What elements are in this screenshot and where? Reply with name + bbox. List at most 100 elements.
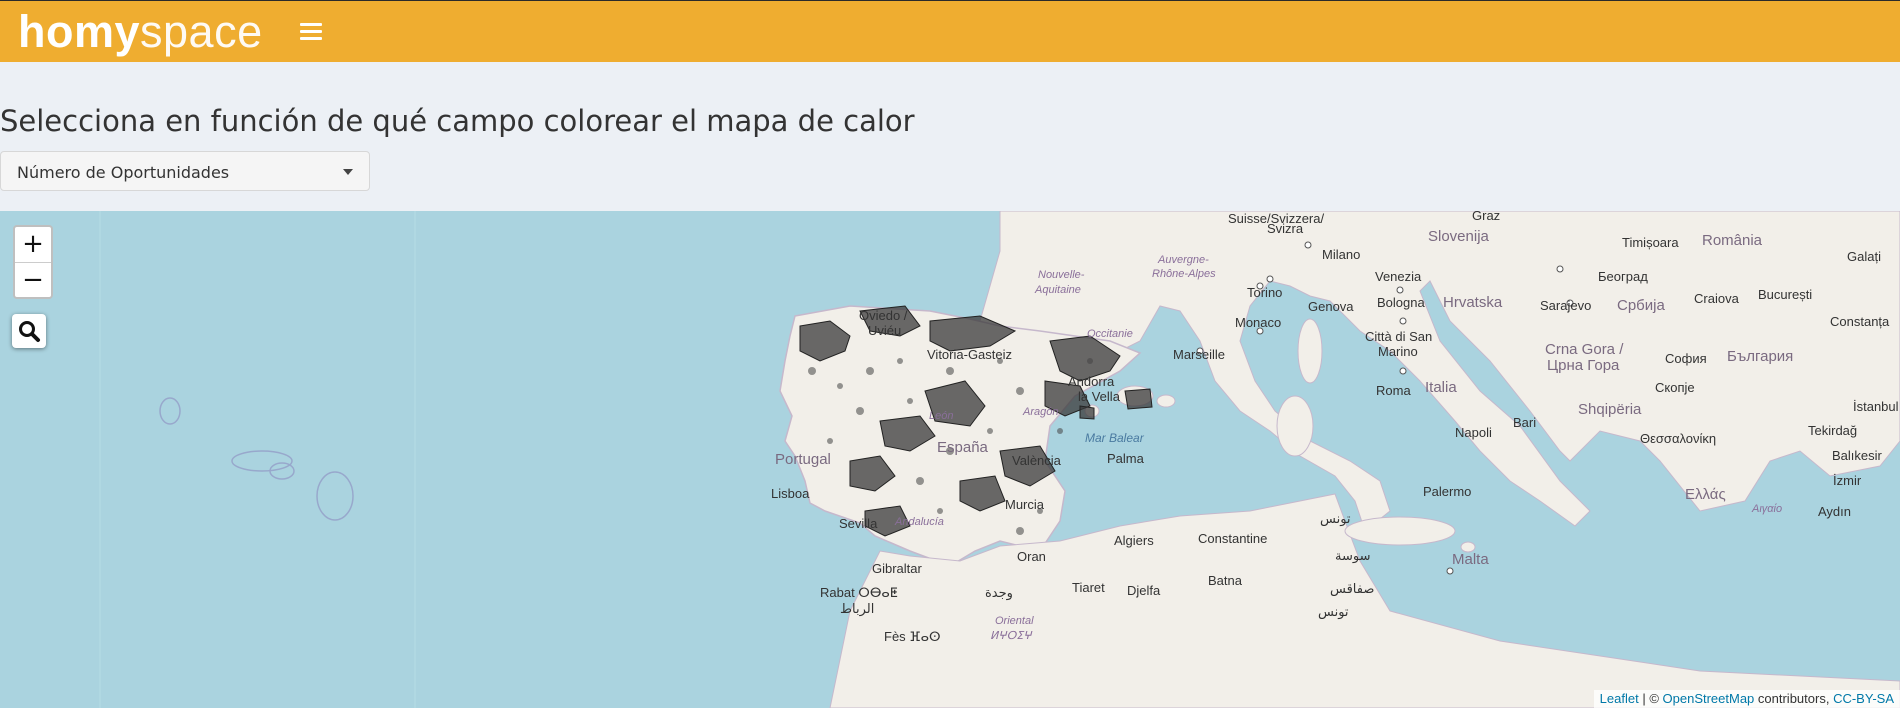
map-label: Malta [1452, 551, 1489, 568]
leaflet-link[interactable]: Leaflet [1600, 691, 1639, 706]
map-label: Marseille [1173, 347, 1226, 362]
map-label: Napoli [1455, 425, 1492, 440]
map-label: Gibraltar [872, 561, 922, 576]
map-label: Craiova [1694, 291, 1739, 306]
map-label: Αιγαίο [1752, 503, 1783, 515]
map-label: București [1758, 287, 1813, 302]
map-label: Tiaret [1072, 580, 1105, 595]
map-label: Constantine [1198, 531, 1268, 546]
map-label: Milano [1322, 247, 1361, 262]
map-label: تونس [1320, 511, 1351, 526]
map-label: Timișoara [1622, 235, 1679, 250]
map-label: Aragón [1023, 406, 1059, 418]
map-label: Murcia [1005, 497, 1045, 512]
map-label: Monaco [1235, 315, 1282, 330]
search-icon [19, 321, 40, 342]
map-label: Uviéu [868, 323, 902, 338]
homyspace-logo[interactable]: homyspace [18, 7, 263, 57]
map-label: León [929, 410, 954, 422]
map-label: Shqipëria [1578, 401, 1642, 418]
map-label: Oriental [995, 615, 1034, 627]
logo-text-light: space [140, 6, 263, 57]
map-label: Aydın [1818, 504, 1852, 519]
map-label: Ελλάς [1685, 486, 1726, 503]
map-label: Fès ⴼⴰⵙ [884, 629, 941, 644]
map-label: Balıkesir [1832, 448, 1882, 463]
map-label: Tekirdağ [1808, 423, 1858, 438]
map-label: València [1012, 453, 1061, 468]
map-label: سوسة [1335, 548, 1371, 563]
license-link[interactable]: CC-BY-SA [1833, 691, 1894, 706]
map-label: Lisboa [771, 486, 810, 501]
map-label: وجدة [985, 585, 1013, 600]
map-label: România [1702, 232, 1763, 249]
map-label: Slovenija [1428, 228, 1489, 245]
leaflet-map[interactable]: Suisse/Svizzera/ Svizra Graz Slovenija T… [0, 211, 1900, 708]
map-label: Mar Balear [1085, 431, 1144, 445]
top-navbar: homyspace [0, 0, 1900, 62]
map-label: صفاقس [1330, 581, 1375, 596]
map-label: Roma [1376, 383, 1411, 398]
map-label: Rabat ⵔⴱⴰⵟ [820, 585, 898, 600]
map-label: Crna Gora / [1545, 341, 1624, 358]
map-label: Venezia [1375, 269, 1422, 284]
map-label: Italia [1425, 379, 1457, 396]
map-label: Palma [1107, 451, 1144, 466]
map-label: Auvergne- [1158, 254, 1209, 266]
map-label: Andalucía [895, 516, 944, 528]
map-label: Aquitaine [1035, 284, 1081, 296]
map-label: София [1665, 351, 1707, 366]
map-label: Sarajevo [1540, 298, 1592, 313]
map-label: Vitoria-Gasteiz [927, 347, 1013, 362]
map-label: Batna [1208, 573, 1242, 588]
map-label: الرباط [840, 601, 875, 616]
zoom-in-button[interactable]: + [15, 227, 51, 262]
map-label: Скопје [1655, 380, 1695, 395]
map-label: ⵍⵖⵔⵉⵖ [990, 630, 1032, 642]
logo-text-bold: homy [18, 6, 141, 57]
map-label: Djelfa [1127, 583, 1161, 598]
map-attribution: Leaflet | © OpenStreetMap contributors, … [1593, 690, 1900, 708]
map-label: Marino [1378, 344, 1418, 359]
map-label: Bari [1513, 415, 1537, 430]
zoom-control: + − [13, 225, 53, 299]
zoom-out-button[interactable]: − [15, 263, 51, 298]
map-label: Θεσσαλονίκη [1640, 431, 1717, 446]
map-label: Città di San [1365, 329, 1433, 344]
map-label: Nouvelle- [1038, 269, 1085, 281]
chevron-down-icon [343, 169, 353, 175]
map-label: تونس [1318, 604, 1349, 619]
map-label: Occitanie [1087, 328, 1133, 340]
map-label: Palermo [1423, 484, 1472, 499]
map-label: Torino [1247, 285, 1283, 300]
page-title: Selecciona en función de qué campo color… [0, 104, 915, 138]
map-label: Србија [1617, 297, 1665, 314]
select-value: Número de Oportunidades [17, 163, 230, 182]
attrib-sep: | © [1638, 691, 1663, 706]
map-label: İstanbul [1853, 399, 1899, 414]
map-tiles [99, 211, 1900, 708]
map-label: Hrvatska [1443, 294, 1503, 311]
attrib-contributors: contributors, [1754, 691, 1834, 706]
map-label: Algiers [1114, 533, 1154, 548]
map-label: Sevilla [839, 516, 878, 531]
map-label: България [1727, 348, 1794, 365]
map-label: Svizra [1267, 221, 1304, 236]
heatmap-field-select[interactable]: Número de Oportunidades [0, 151, 370, 191]
map-label: Andorra [1068, 374, 1115, 389]
map-search-button[interactable] [12, 314, 46, 348]
map-label: Constanța [1830, 314, 1890, 329]
map-label: Portugal [775, 451, 831, 468]
map-label: Oran [1017, 549, 1046, 564]
osm-link[interactable]: OpenStreetMap [1663, 691, 1755, 706]
map-label: Rhône-Alpes [1152, 268, 1216, 280]
map-label: la Vella [1078, 389, 1120, 404]
map-label: Graz [1472, 211, 1501, 223]
map-label: Bologna [1377, 295, 1425, 310]
map-label: Genova [1308, 299, 1354, 314]
map-label: İzmir [1833, 473, 1862, 488]
hamburger-icon[interactable] [300, 19, 322, 45]
map-label: Oviedo / [859, 308, 908, 323]
map-label: Црна Гора [1547, 357, 1620, 374]
map-label: España [937, 439, 988, 456]
